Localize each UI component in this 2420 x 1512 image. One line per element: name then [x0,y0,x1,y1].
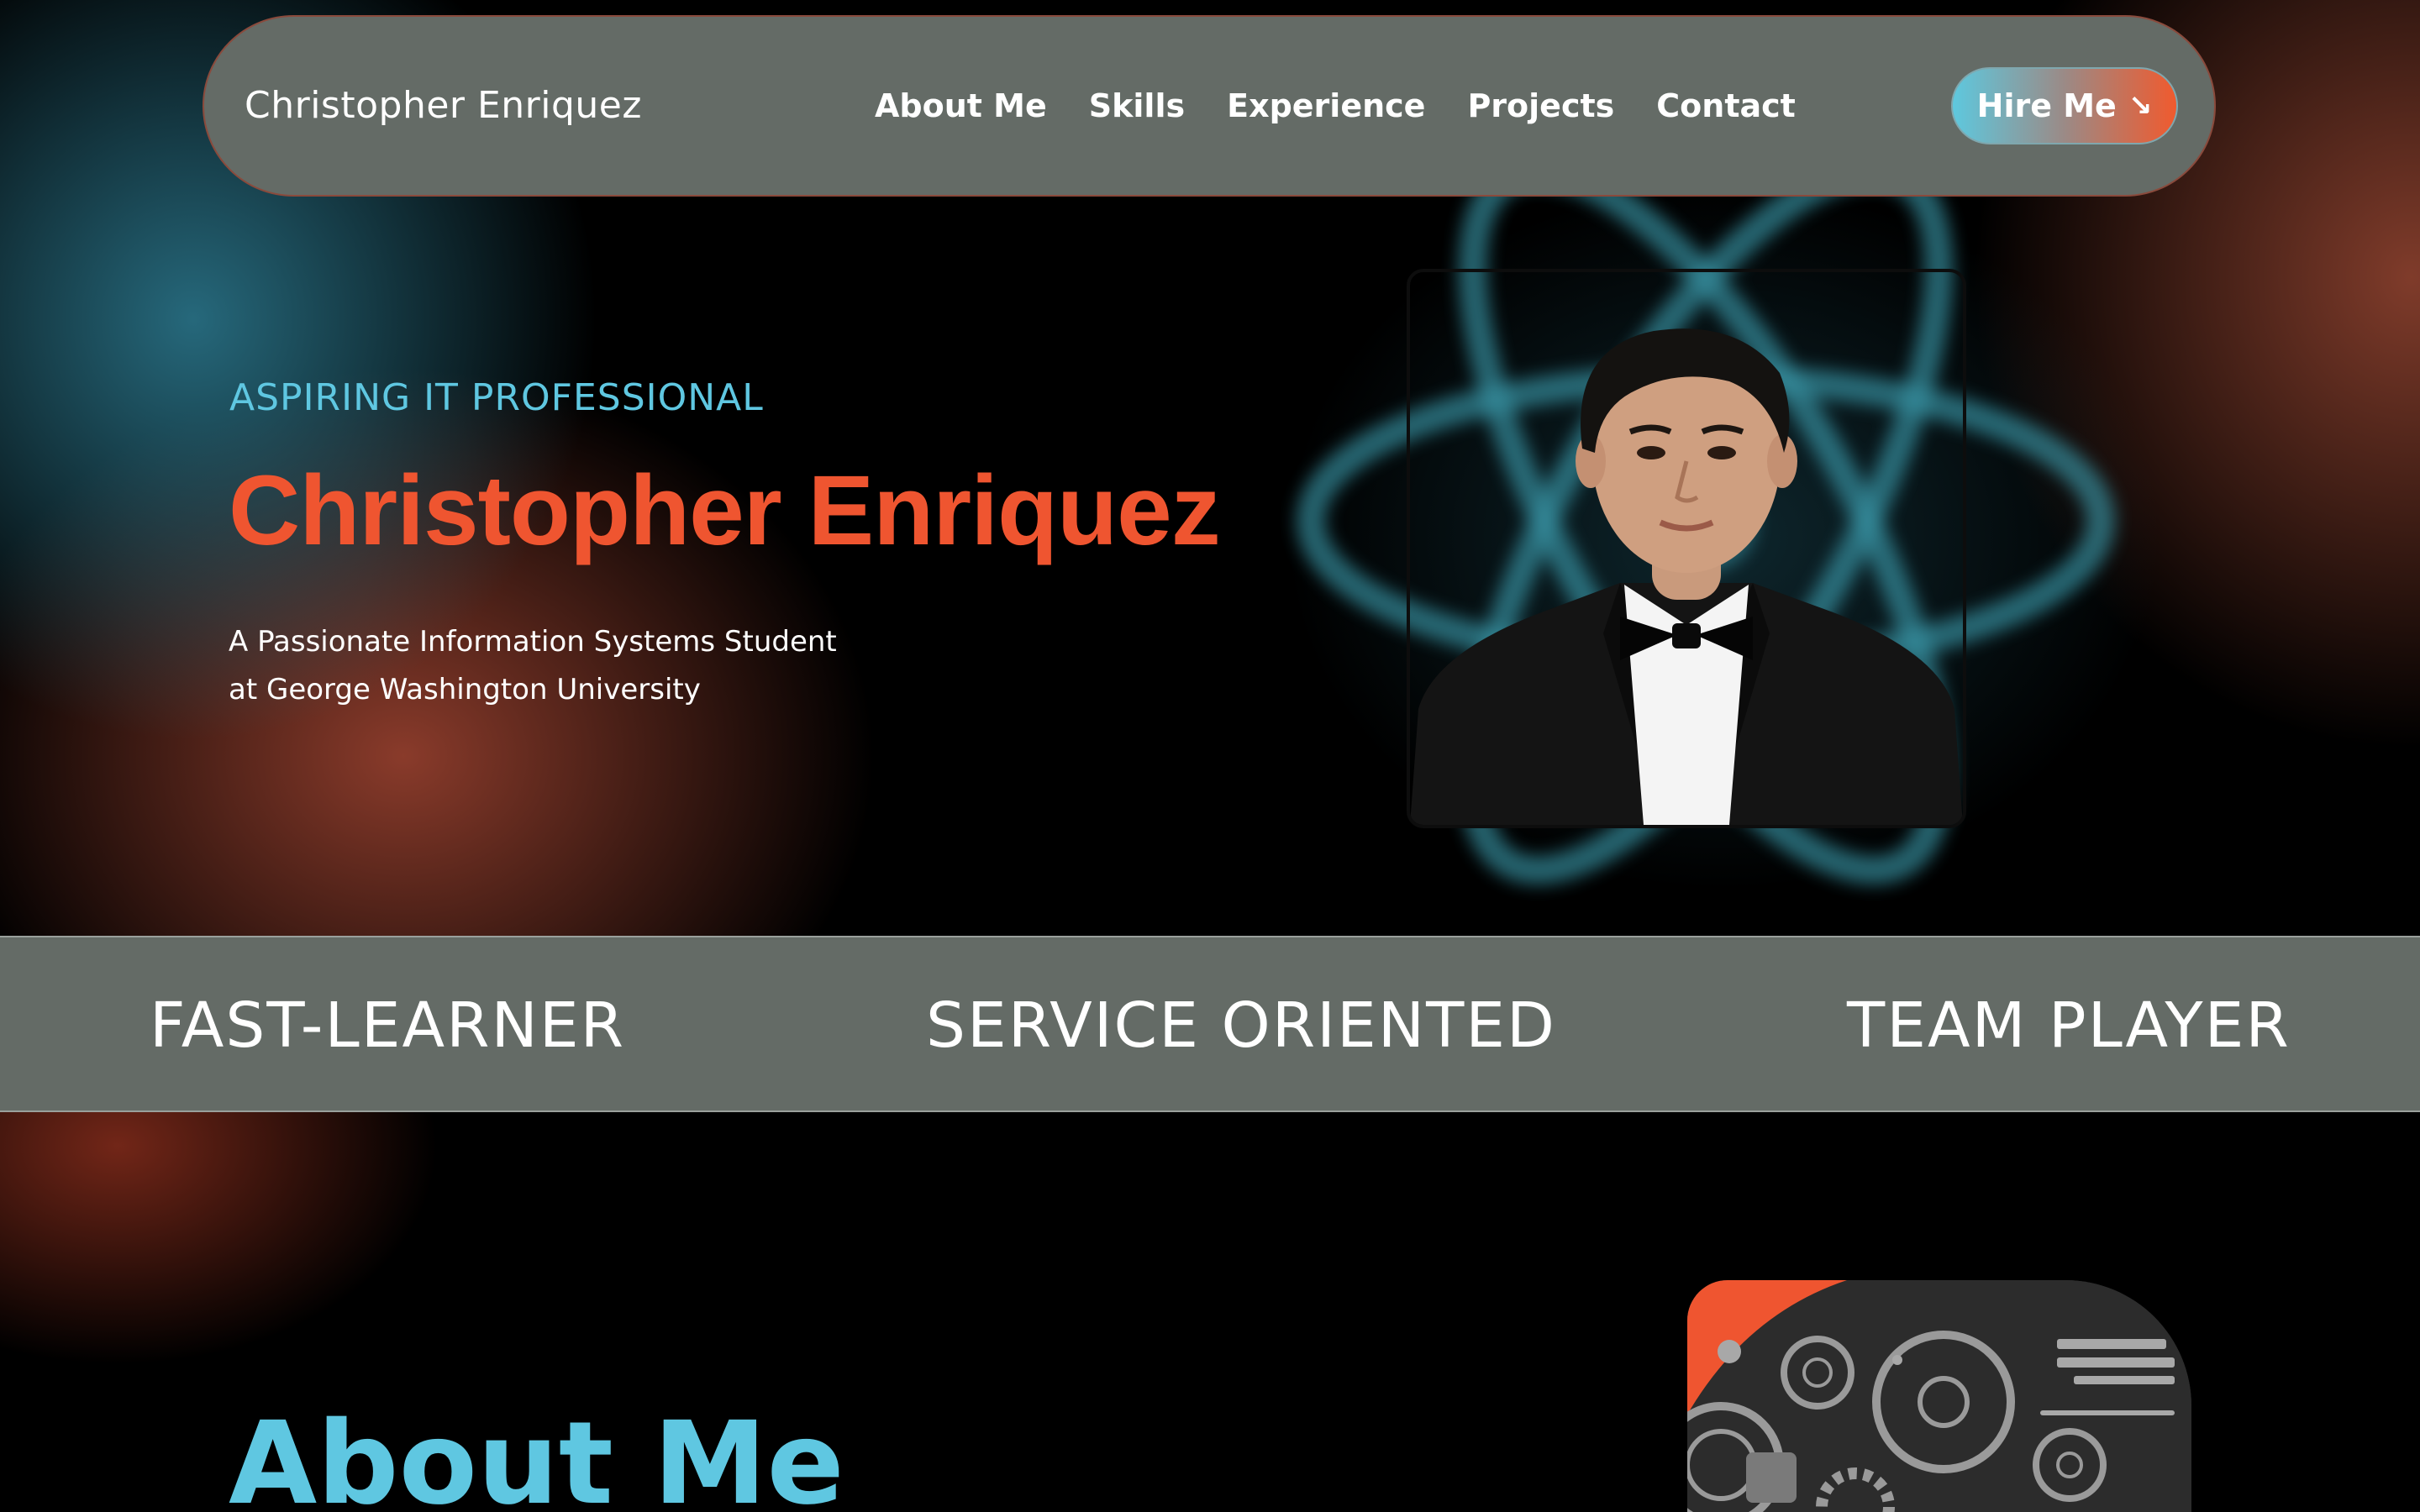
trait-fast-learner: FAST-LEARNER [150,990,626,1062]
arrow-down-right-icon: ↘ [2128,89,2153,123]
gears-graphic [1687,1280,2191,1512]
page: Christopher Enriquez About Me Skills Exp… [0,0,2420,1512]
nav-links: About Me Skills Experience Projects Cont… [875,17,1796,195]
trait-service-oriented: SERVICE ORIENTED [926,990,1557,1062]
hero-description: A Passionate Information Systems Student… [229,618,837,714]
about-title: About Me [229,1398,844,1512]
nav-link-skills[interactable]: Skills [1089,87,1185,124]
hire-me-button[interactable]: Hire Me ↘ [1951,67,2178,144]
brand-name[interactable]: Christopher Enriquez [245,17,642,195]
portrait-photo [1407,269,1966,828]
nav-link-about-me[interactable]: About Me [875,87,1047,124]
hero-tagline: ASPIRING IT PROFESSIONAL [229,376,764,419]
hero-description-line1: A Passionate Information Systems Student [229,625,837,659]
top-nav: Christopher Enriquez About Me Skills Exp… [203,15,2216,197]
about-section: About Me [0,1112,2420,1512]
traits-band: FAST-LEARNER SERVICE ORIENTED TEAM PLAYE… [0,936,2420,1112]
nav-link-projects[interactable]: Projects [1467,87,1614,124]
hero-section: Christopher Enriquez About Me Skills Exp… [0,0,2420,936]
nav-link-experience[interactable]: Experience [1227,87,1425,124]
nav-link-contact[interactable]: Contact [1656,87,1796,124]
tech-gears-illustration [1687,1280,2191,1512]
hero-description-line2: at George Washington University [229,673,701,706]
portrait-illustration [1410,328,1963,825]
hire-me-label: Hire Me [1976,87,2117,124]
trait-team-player: TEAM PLAYER [1847,990,2291,1062]
hero-name: Christopher Enriquez [229,455,1221,566]
